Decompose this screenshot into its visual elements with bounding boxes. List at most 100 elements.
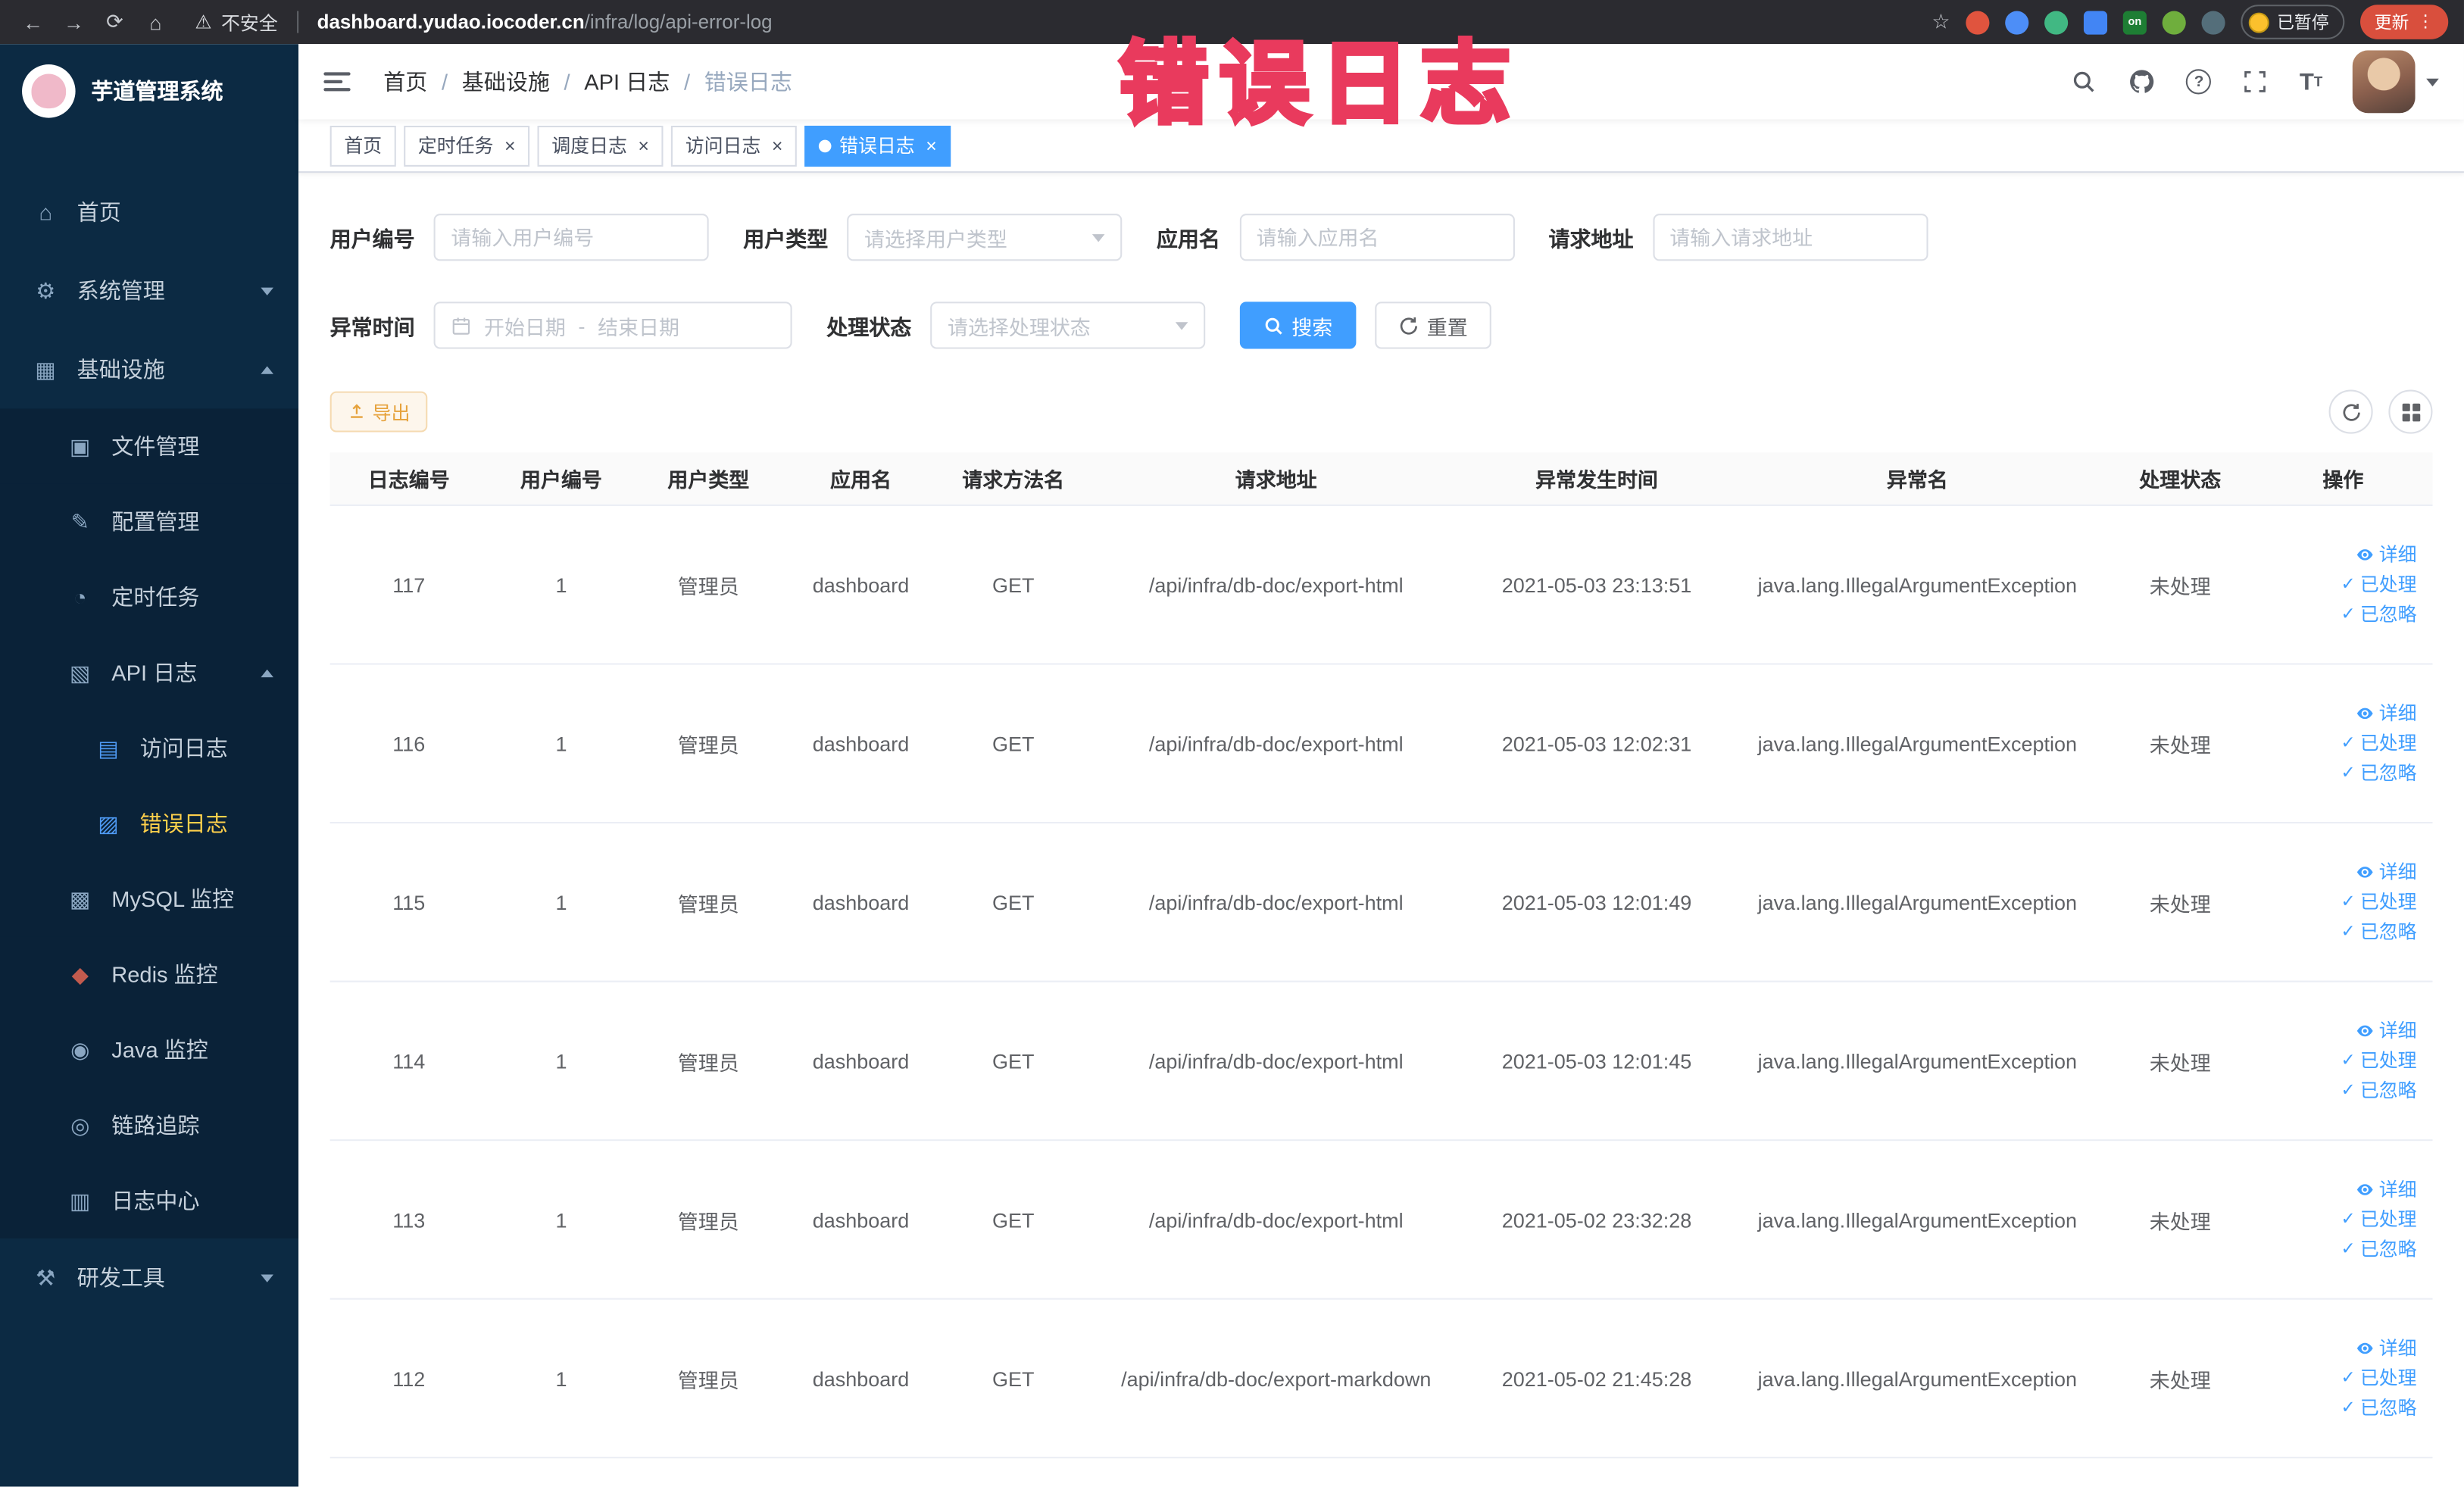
tags-view-tab[interactable]: 首页 [329,124,396,166]
breadcrumb-item[interactable]: 首页 [383,66,427,97]
extension-icons: on [1966,10,2225,34]
hamburger-icon[interactable] [323,66,354,97]
font-size-icon[interactable]: TT [2300,67,2322,95]
sidebar-item[interactable]: ◆ Redis 监控 [0,936,299,1013]
action-processed[interactable]: ✓ 已处理 [2341,1369,2417,1388]
filter-row-2: 异常时间 开始日期 - 结束日期 处理状态 请选择处理状态 搜索 重置 [330,301,2433,349]
sidebar-item[interactable]: ⚒ 研发工具 [0,1239,298,1317]
extension-leaf-icon[interactable] [2162,10,2186,34]
fullscreen-icon[interactable] [2241,67,2269,95]
search-button[interactable]: 搜索 [1239,301,1357,349]
extension-vue-devtools-icon[interactable] [2044,10,2069,34]
tags-view-tab[interactable]: 访问日志 × [671,124,798,166]
extension-paw-icon[interactable] [2201,10,2225,34]
tags-view-tab[interactable]: 定时任务 × [404,124,530,166]
check-icon: ✓ [2341,892,2356,911]
user-id-input[interactable] [433,214,709,261]
sidebar-item[interactable]: ▦ 基础设施 [0,330,298,409]
action-detail[interactable]: 详细 [2356,704,2417,723]
filter-user-id: 用户编号 [330,214,709,261]
help-icon[interactable]: ? [2186,69,2212,95]
action-processed[interactable]: ✓ 已处理 [2341,1051,2417,1070]
app-name-input[interactable] [1238,214,1514,261]
tags-view-tab[interactable]: 调度日志 × [537,124,664,166]
row-actions: 详细 ✓ 已处理 ✓ 已忽略 [2253,1180,2432,1259]
user-type-select[interactable]: 请选择用户类型 [847,214,1123,261]
action-detail[interactable]: 详细 [2356,863,2417,882]
action-processed[interactable]: ✓ 已处理 [2341,575,2417,594]
sidebar-item[interactable]: ▣ 文件管理 [0,408,299,484]
security-label[interactable]: 不安全 [221,8,278,35]
process-status-select[interactable]: 请选择处理状态 [930,301,1206,349]
address-bar[interactable]: ⚠ 不安全 dashboard.yudao.iocoder.cn/infra/l… [195,8,773,35]
sidebar-item[interactable]: ◉ Java 监控 [0,1012,299,1088]
breadcrumb-item[interactable]: API 日志 [584,66,670,97]
active-tab-dot [819,139,832,152]
sidebar-item[interactable]: ◔ 定时任务 [0,559,299,636]
sidebar-item-label: 研发工具 [77,1265,165,1291]
breadcrumb: 首页 / 基础设施 / API 日志 / 错误日志 [383,66,792,97]
sidebar-item[interactable]: ◎ 链路追踪 [0,1087,299,1164]
paused-badge[interactable]: 已暂停 [2241,5,2345,39]
cell-exception: java.lang.IllegalArgumentException [1757,1366,2077,1390]
sidebar-item[interactable]: ⌂ 首页 [0,173,298,251]
action-processed[interactable]: ✓ 已处理 [2341,892,2417,911]
action-detail[interactable]: 详细 [2356,1180,2417,1199]
sidebar-item[interactable]: ⚙ 系统管理 [0,251,298,330]
extension-blue-drop-icon[interactable] [2005,10,2029,34]
close-icon[interactable]: × [926,136,937,155]
request-url-input[interactable] [1652,214,1928,261]
search-icon[interactable] [2070,67,2098,95]
extension-red-circle-icon[interactable] [1966,10,1990,34]
export-button[interactable]: 导出 [329,391,428,433]
action-label: 已忽略 [2359,762,2417,785]
eye-icon [2356,1021,2375,1040]
sidebar-item[interactable]: ▩ MySQL 监控 [0,861,299,937]
close-icon[interactable]: × [772,136,783,155]
reset-button[interactable]: 重置 [1375,301,1491,349]
update-button[interactable]: 更新 ⋮ [2360,5,2449,39]
reload-icon[interactable]: ⟳ [98,5,133,39]
kebab-menu-icon[interactable]: ⋮ [2417,13,2434,31]
bookmark-star-icon[interactable]: ☆ [1932,9,1950,34]
action-ignored[interactable]: ✓ 已忽略 [2341,923,2417,942]
action-processed[interactable]: ✓ 已处理 [2341,734,2417,753]
action-detail[interactable]: 详细 [2356,1021,2417,1040]
breadcrumb-item[interactable]: 基础设施 [462,66,550,97]
tags-view-tab[interactable]: 错误日志 × [804,124,951,166]
forward-icon[interactable]: → [57,5,92,39]
logo-image [22,64,76,118]
close-icon[interactable]: × [638,136,649,155]
extension-on-badge-icon[interactable]: on [2122,10,2147,34]
sidebar-item[interactable]: ▧ API 日志 [0,635,299,711]
action-ignored[interactable]: ✓ 已忽略 [2341,764,2417,783]
action-ignored[interactable]: ✓ 已忽略 [2341,605,2417,624]
column-settings-icon[interactable] [2388,389,2433,434]
extension-blue-grid-icon[interactable] [2083,10,2108,34]
app-logo[interactable]: 芋道管理系统 [0,44,298,138]
user-menu[interactable] [2352,50,2439,114]
exception-time-range-picker[interactable]: 开始日期 - 结束日期 [433,301,792,349]
row-actions: 详细 ✓ 已处理 ✓ 已忽略 [2253,545,2432,624]
file-icon: ▣ [70,433,91,458]
back-icon[interactable]: ← [16,5,51,39]
close-icon[interactable]: × [504,136,516,155]
process-status-label: 处理状态 [826,315,912,340]
action-ignored[interactable]: ✓ 已忽略 [2341,1240,2417,1259]
sidebar-item[interactable]: ▤ 访问日志 [0,710,299,786]
table-row: 115 1 管理员 dashboard GET/api/infra/db-doc/exp… [329,823,2433,982]
action-ignored[interactable]: ✓ 已忽略 [2341,1081,2417,1100]
action-ignored[interactable]: ✓ 已忽略 [2341,1398,2417,1417]
page-url[interactable]: dashboard.yudao.iocoder.cn/infra/log/api… [317,11,773,33]
refresh-icon[interactable] [2328,389,2373,434]
action-label: 已处理 [2359,1049,2417,1072]
home-icon[interactable]: ⌂ [139,5,173,39]
github-icon[interactable] [2128,67,2156,95]
action-detail[interactable]: 详细 [2356,545,2417,564]
eye-icon [2356,704,2375,723]
sidebar-item[interactable]: ▥ 日志中心 [0,1163,299,1239]
sidebar-item[interactable]: ✎ 配置管理 [0,483,299,560]
action-processed[interactable]: ✓ 已处理 [2341,1210,2417,1229]
action-detail[interactable]: 详细 [2356,1339,2417,1357]
sidebar-item[interactable]: ▨ 错误日志 [0,786,299,861]
